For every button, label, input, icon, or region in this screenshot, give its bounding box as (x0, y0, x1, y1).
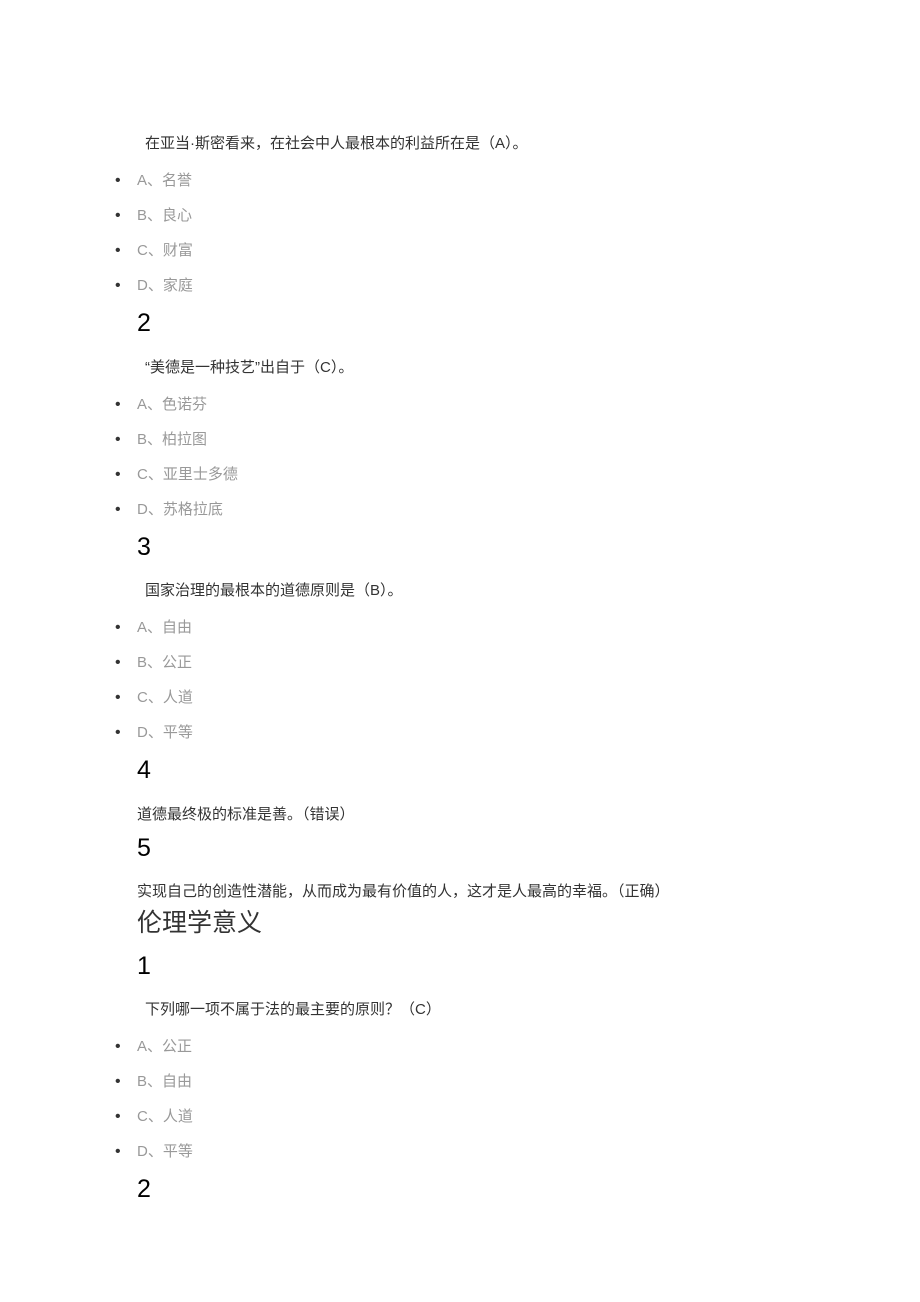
statement-text: 道德最终极的标准是善。（错误） (137, 801, 805, 828)
option-item: B、公正 (115, 649, 805, 676)
option-text: 自由 (162, 619, 192, 636)
question-number: 5 (137, 832, 805, 865)
option-text: 柏拉图 (162, 431, 207, 448)
option-item: C、亚里士多德 (115, 461, 805, 488)
option-letter: D、 (137, 724, 163, 741)
option-item: A、自由 (115, 614, 805, 641)
option-text: 苏格拉底 (163, 501, 223, 518)
option-list: A、色诺芬 B、柏拉图 C、亚里士多德 D、苏格拉底 (115, 391, 805, 523)
question-text: 下列哪一项不属于法的最主要的原则？（C） (115, 996, 805, 1023)
option-item: C、人道 (115, 684, 805, 711)
option-letter: A、 (137, 172, 162, 189)
option-text: 人道 (163, 689, 193, 706)
option-text: 公正 (162, 654, 192, 671)
statement-text: 实现自己的创造性潜能，从而成为最有价值的人，这才是人最高的幸福。（正确） (137, 878, 805, 905)
option-letter: A、 (137, 1038, 162, 1055)
option-letter: C、 (137, 466, 163, 483)
question-text: 在亚当·斯密看来，在社会中人最根本的利益所在是（A）。 (115, 130, 805, 157)
option-text: 良心 (162, 207, 192, 224)
option-letter: C、 (137, 689, 163, 706)
question-number: 1 (137, 950, 805, 983)
option-item: B、良心 (115, 202, 805, 229)
option-letter: B、 (137, 431, 162, 448)
option-list: A、自由 B、公正 C、人道 D、平等 (115, 614, 805, 746)
document-body: 在亚当·斯密看来，在社会中人最根本的利益所在是（A）。A、名誉B、良心C、财富D… (115, 130, 805, 1206)
option-letter: B、 (137, 207, 162, 224)
question-number: 4 (137, 754, 805, 787)
option-letter: D、 (137, 277, 163, 294)
option-text: 公正 (162, 1038, 192, 1055)
option-letter: B、 (137, 1073, 162, 1090)
option-letter: B、 (137, 654, 162, 671)
option-item: D、平等 (115, 1138, 805, 1165)
option-text: 平等 (163, 724, 193, 741)
option-item: A、色诺芬 (115, 391, 805, 418)
option-letter: C、 (137, 242, 163, 259)
option-item: D、家庭 (115, 272, 805, 299)
option-item: B、自由 (115, 1068, 805, 1095)
option-letter: D、 (137, 501, 163, 518)
option-list: A、公正 B、自由 C、人道 D、平等 (115, 1033, 805, 1165)
option-letter: A、 (137, 396, 162, 413)
option-text: 家庭 (163, 277, 193, 294)
option-text: 色诺芬 (162, 396, 207, 413)
option-letter: C、 (137, 1108, 163, 1125)
question-number: 2 (137, 1173, 805, 1206)
option-item: A、公正 (115, 1033, 805, 1060)
option-item: C、人道 (115, 1103, 805, 1130)
option-text: 名誉 (162, 172, 192, 189)
option-item: D、平等 (115, 719, 805, 746)
option-text: 自由 (162, 1073, 192, 1090)
option-letter: D、 (137, 1143, 163, 1160)
question-number: 3 (137, 531, 805, 564)
option-item: B、柏拉图 (115, 426, 805, 453)
question-number: 2 (137, 307, 805, 340)
option-text: 财富 (163, 242, 193, 259)
question-text: 国家治理的最根本的道德原则是（B）。 (115, 577, 805, 604)
option-text: 平等 (163, 1143, 193, 1160)
option-text: 人道 (163, 1108, 193, 1125)
option-item: C、财富 (115, 237, 805, 264)
option-list: A、名誉 B、良心 C、财富 D、家庭 (115, 167, 805, 299)
option-text: 亚里士多德 (163, 466, 238, 483)
option-item: D、苏格拉底 (115, 496, 805, 523)
option-letter: A、 (137, 619, 162, 636)
section-title: 伦理学意义 (137, 907, 805, 940)
question-text: “美德是一种技艺”出自于（C）。 (115, 354, 805, 381)
option-item: A、名誉 (115, 167, 805, 194)
